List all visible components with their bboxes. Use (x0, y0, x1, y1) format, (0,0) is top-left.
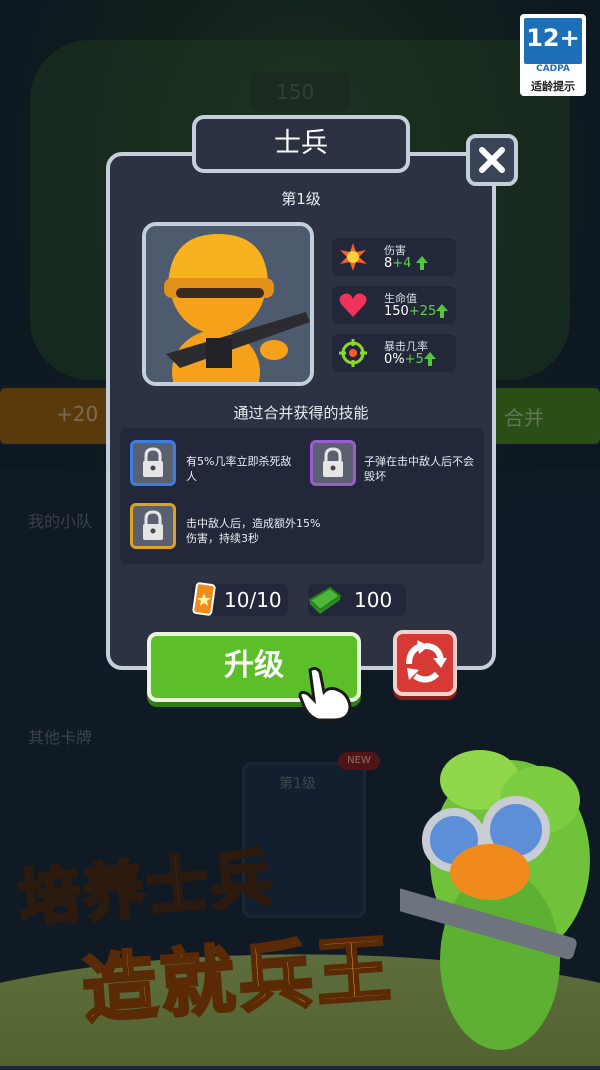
up-arrow-icon (416, 256, 428, 270)
unit-level: 第1级 (281, 190, 321, 208)
card-count-value: 10/10 (224, 588, 282, 612)
tap-hand-icon (298, 666, 352, 722)
age-rating-org: CADPA (536, 64, 570, 74)
close-icon (479, 147, 505, 173)
stat-crit-base: 0% (384, 352, 405, 367)
stat-health-value: 150+25 (384, 304, 436, 319)
age-rating-value: 12+ (524, 18, 582, 64)
upgrade-button-label: 升级 (224, 648, 284, 683)
stat-damage-value: 8+4 (384, 256, 411, 271)
skill-slot-2[interactable] (310, 440, 356, 486)
card-icon (192, 582, 216, 616)
stat-health-increase: +25 (408, 304, 437, 319)
refresh-icon (406, 640, 447, 683)
refresh-button[interactable] (393, 630, 457, 696)
card-count: 10/10 (192, 582, 288, 616)
skill-2-description: 子弹在击中敌人后不会毁坏 (364, 455, 474, 483)
lock-icon (323, 447, 343, 477)
lock-icon (143, 510, 163, 540)
soldier-image (146, 226, 310, 382)
dialog-title: 士兵 (192, 115, 410, 173)
stat-crit-increase: +5 (404, 352, 424, 367)
explosion-icon (340, 243, 367, 271)
heart-icon (339, 293, 367, 317)
stat-crit-value: 0%+5 (384, 352, 424, 367)
skill-1-description: 有5%几率立即杀死敌人 (186, 455, 292, 483)
crosshair-icon (339, 339, 367, 367)
skill-slot-3[interactable] (130, 503, 176, 549)
cash-amount: 100 (308, 584, 406, 616)
lock-icon (143, 447, 163, 477)
up-arrow-icon (424, 352, 436, 366)
age-rating-tip: 适龄提示 (531, 80, 575, 93)
cash-value: 100 (354, 588, 393, 612)
skill-3-description: 击中敌人后，造成额外15%伤害，持续3秒 (186, 517, 321, 545)
cash-icon (308, 586, 342, 614)
skill-slot-1[interactable] (130, 440, 176, 486)
close-button[interactable] (466, 134, 518, 186)
up-arrow-icon (436, 304, 448, 318)
stat-damage-increase: +4 (392, 256, 412, 271)
stat-health-base: 150 (384, 304, 409, 319)
soldier-portrait (142, 222, 314, 386)
promo-headline-2: 造就兵王 (78, 925, 398, 1036)
skills-section-title: 通过合并获得的技能 (233, 404, 369, 422)
sniper-character-art (400, 750, 590, 1050)
